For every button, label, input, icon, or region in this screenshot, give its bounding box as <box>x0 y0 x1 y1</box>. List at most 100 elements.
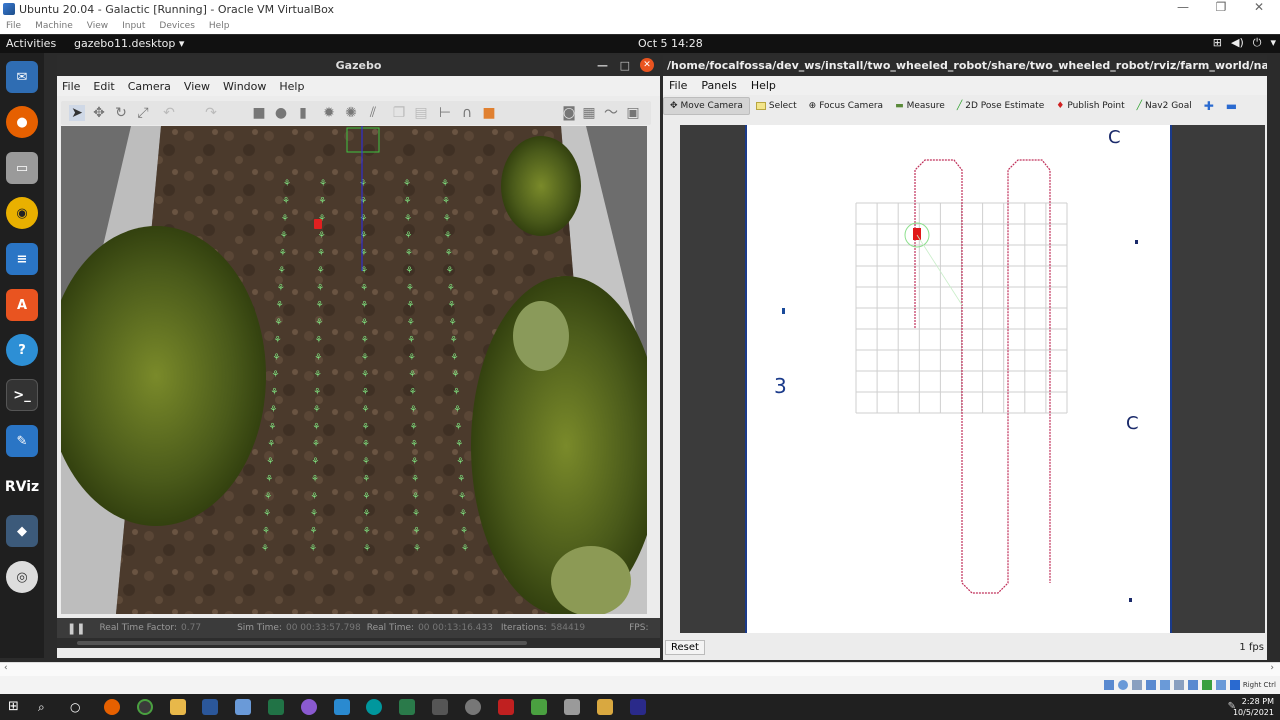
app-menu[interactable]: gazebo11.desktop ▾ <box>74 37 184 50</box>
disc-icon[interactable]: ◎ <box>6 561 38 593</box>
robot-marker[interactable] <box>913 228 921 240</box>
cylinder-shape-icon[interactable]: ▮ <box>295 105 311 121</box>
change-view-icon[interactable]: ■ <box>481 105 497 121</box>
text-editor-icon[interactable]: ✎ <box>6 425 38 457</box>
rviz-menu-panels[interactable]: Panels <box>695 79 744 92</box>
system-tray[interactable]: ⊞ ◀) ⏻ ▾ <box>1213 36 1276 50</box>
mail-task-icon[interactable] <box>334 699 350 715</box>
add-tool-button[interactable]: ✚ <box>1198 96 1220 116</box>
gazebo-menu-view[interactable]: View <box>179 80 218 93</box>
gazebo-3d-scene[interactable]: ⚘ ⚘ ⚘ ⚘ ⚘ ⚘ ⚘ ⚘ ⚘ ⚘ ⚘ ⚘ ⚘ ⚘ ⚘ ⚘ ⚘ ⚘ ⚘ ⚘ ⚘ ⚘ ⚘ ⚘ ⚘ ⚘ ⚘ ⚘ ⚘ ⚘ ⚘ ⚘ ⚘ ⚘ ⚘ ⚘ ⚘ ⚘ ⚘ ⚘… <box>61 126 647 614</box>
paste-icon[interactable]: ▤ <box>413 105 429 121</box>
archive-task-icon[interactable] <box>597 699 613 715</box>
vb-menu-help[interactable]: Help <box>203 21 238 31</box>
rviz-3d-view[interactable]: C 3 C <box>680 125 1265 633</box>
vb-menu-input[interactable]: Input <box>116 21 153 31</box>
terminal-icon[interactable]: >_ <box>6 379 38 411</box>
explorer-task-icon[interactable] <box>170 699 186 715</box>
undo-icon[interactable]: ↶ <box>161 105 177 121</box>
scroll-right-icon[interactable]: › <box>1270 663 1274 673</box>
translate-icon[interactable]: ✥ <box>91 105 107 121</box>
rviz-menu-file[interactable]: File <box>663 79 695 92</box>
code-task-icon[interactable] <box>399 699 415 715</box>
box-shape-icon[interactable]: ■ <box>251 105 267 121</box>
nav2-goal-tool[interactable]: ╱ Nav2 Goal <box>1131 98 1198 114</box>
arduino-task-icon[interactable] <box>366 699 382 715</box>
activities-button[interactable]: Activities <box>6 37 56 50</box>
word-task-icon[interactable] <box>202 699 218 715</box>
help-icon[interactable]: ? <box>6 334 38 366</box>
software-icon[interactable]: A <box>6 289 38 321</box>
gazebo-menu-help[interactable]: Help <box>274 80 312 93</box>
scale-icon[interactable]: ⤢ <box>135 105 151 121</box>
restore-icon[interactable]: ❐ <box>1202 0 1240 14</box>
vb-menu-file[interactable]: File <box>0 21 29 31</box>
vm-status-icons[interactable] <box>1104 680 1240 690</box>
record-icon[interactable]: ▣ <box>625 105 641 121</box>
close-icon[interactable]: ✕ <box>1240 0 1278 14</box>
point-light-icon[interactable]: ✹ <box>321 105 337 121</box>
screenshot-icon[interactable]: ◙ <box>561 105 577 121</box>
remove-tool-button[interactable]: ▬ <box>1220 96 1243 116</box>
rotate-icon[interactable]: ↻ <box>113 105 129 121</box>
spot-light-icon[interactable]: ✺ <box>343 105 359 121</box>
gazebo-maximize-icon[interactable]: □ <box>620 55 630 76</box>
gazebo-minimize-icon[interactable]: — <box>597 55 608 76</box>
gazebo-menu-window[interactable]: Window <box>218 80 274 93</box>
focus-camera-tool[interactable]: ⊕ Focus Camera <box>803 98 889 114</box>
clock[interactable]: Oct 5 14:28 <box>638 37 703 50</box>
directional-light-icon[interactable]: ⫽ <box>365 105 381 121</box>
rhythmbox-icon[interactable]: ◉ <box>6 197 38 229</box>
select-tool[interactable]: Select <box>750 98 803 114</box>
publish-point-tool[interactable]: ♦ Publish Point <box>1050 98 1130 114</box>
measure-tool[interactable]: ▬ Measure <box>889 98 951 114</box>
gazebo-icon[interactable]: ◆ <box>6 515 38 547</box>
vb-menu-devices[interactable]: Devices <box>153 21 202 31</box>
rviz-menu-help[interactable]: Help <box>745 79 784 92</box>
vm-task-icon[interactable] <box>564 699 580 715</box>
terminal-task-icon[interactable] <box>432 699 448 715</box>
thunderbird-icon[interactable]: ✉ <box>6 61 38 93</box>
gazebo-scrollbar[interactable] <box>57 638 660 648</box>
rviz-icon[interactable]: RViz <box>5 471 39 503</box>
robot[interactable] <box>314 219 322 229</box>
excel-task-icon[interactable] <box>268 699 284 715</box>
vb-menu-view[interactable]: View <box>81 21 116 31</box>
writer-icon[interactable]: ≡ <box>6 243 38 275</box>
gazebo-menu-edit[interactable]: Edit <box>88 80 122 93</box>
nvidia-task-icon[interactable] <box>531 699 547 715</box>
log-icon[interactable]: ▦ <box>581 105 597 121</box>
taskbar-clock[interactable]: 2:28 PM 10/5/2021 <box>1233 696 1274 718</box>
files-icon[interactable]: ▭ <box>6 152 38 184</box>
tool-task-icon[interactable] <box>498 699 514 715</box>
align-icon[interactable]: ⊢ <box>437 105 453 121</box>
vm-horizontal-scrollbar[interactable]: ‹ › <box>0 662 1280 676</box>
firefox-task-icon[interactable] <box>104 699 120 715</box>
vb-menu-machine[interactable]: Machine <box>29 21 81 31</box>
chrome-task-icon[interactable] <box>137 699 153 715</box>
firefox-icon[interactable]: ● <box>6 106 38 138</box>
select-mode-icon[interactable]: ➤ <box>69 105 85 121</box>
media-task-icon[interactable] <box>630 699 646 715</box>
crop-plant: ⚘ <box>413 544 421 554</box>
notes-task-icon[interactable] <box>235 699 251 715</box>
sphere-shape-icon[interactable]: ● <box>273 105 289 121</box>
settings-task-icon[interactable] <box>465 699 481 715</box>
reset-button[interactable]: Reset <box>665 640 705 655</box>
cortana-icon[interactable]: ○ <box>70 699 86 715</box>
move-camera-tool[interactable]: ✥ Move Camera <box>663 97 750 115</box>
snap-icon[interactable]: ∩ <box>459 105 475 121</box>
plot-icon[interactable]: 〜 <box>603 105 619 121</box>
windows-start-icon[interactable]: ⊞ <box>8 699 24 715</box>
gazebo-menu-camera[interactable]: Camera <box>123 80 179 93</box>
copy-icon[interactable]: ❐ <box>391 105 407 121</box>
redo-icon[interactable]: ↷ <box>203 105 219 121</box>
gazebo-menu-file[interactable]: File <box>57 80 88 93</box>
search-icon[interactable]: ⌕ <box>38 699 54 715</box>
pose-estimate-tool[interactable]: ╱ 2D Pose Estimate <box>951 98 1050 114</box>
gazebo-close-icon[interactable]: ✕ <box>640 58 654 72</box>
pause-icon[interactable]: ❚❚ <box>67 622 85 635</box>
app-task-icon[interactable] <box>301 699 317 715</box>
scroll-left-icon[interactable]: ‹ <box>4 663 8 673</box>
minimize-icon[interactable]: — <box>1164 0 1202 14</box>
